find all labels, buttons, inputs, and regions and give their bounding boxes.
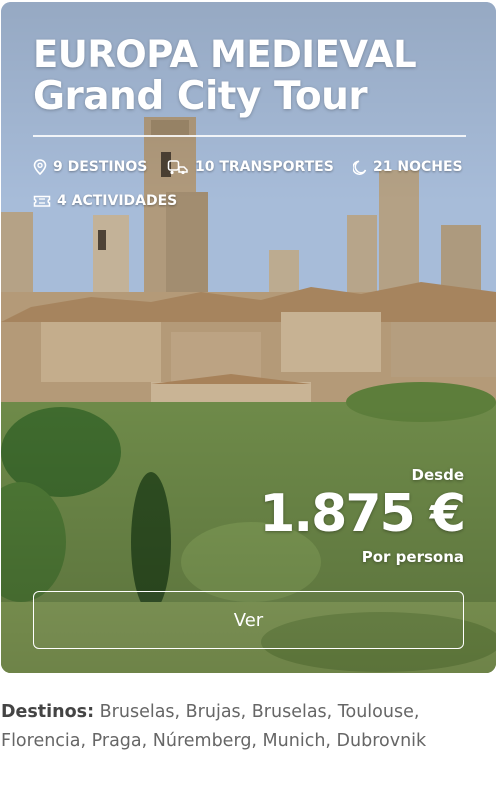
transport-icon bbox=[167, 160, 188, 175]
price-value: 1.875 € bbox=[259, 484, 466, 544]
ver-button[interactable]: Ver bbox=[33, 591, 464, 649]
price-prefix: Desde bbox=[411, 466, 464, 484]
feature-activities: 4 ACTIVIDADES bbox=[33, 193, 177, 209]
tour-title: EUROPA MEDIEVAL Grand City Tour bbox=[33, 34, 473, 118]
feature-destinations: 9 DESTINOS bbox=[33, 159, 147, 175]
feature-activities-label: 4 ACTIVIDADES bbox=[57, 193, 178, 209]
destinations-label: Destinos: bbox=[1, 702, 95, 722]
feature-nights: 21 NOCHES bbox=[353, 159, 463, 175]
feature-destinations-label: 9 DESTINOS bbox=[53, 159, 148, 175]
ticket-icon bbox=[33, 195, 51, 207]
price-block: Desde 1.875 € Por persona bbox=[204, 465, 466, 567]
destinations-text: Destinos: Bruselas, Brujas, Bruselas, To… bbox=[1, 698, 495, 756]
moon-icon bbox=[353, 160, 367, 175]
feature-transports-label: 10 TRANSPORTES bbox=[195, 159, 334, 175]
tour-card[interactable]: EUROPA MEDIEVAL Grand City Tour 9 DESTIN… bbox=[1, 2, 496, 673]
tour-title-line1: EUROPA MEDIEVAL bbox=[33, 33, 417, 76]
price-suffix: Por persona bbox=[361, 548, 464, 566]
feature-transports: 10 TRANSPORTES bbox=[167, 159, 334, 175]
title-divider bbox=[33, 135, 466, 137]
feature-nights-label: 21 NOCHES bbox=[373, 159, 463, 175]
tour-title-line2: Grand City Tour bbox=[33, 74, 368, 119]
map-pin-icon bbox=[33, 159, 47, 175]
